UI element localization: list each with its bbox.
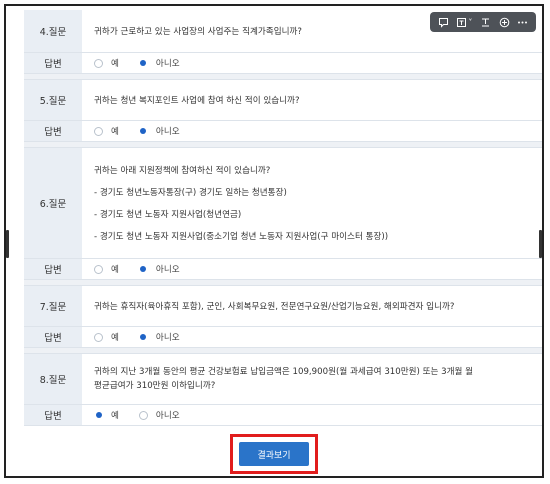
radio-icon[interactable] (94, 332, 103, 342)
result-button[interactable]: 결과보기 (239, 442, 309, 466)
floating-toolbar: ˅ (430, 12, 536, 32)
text-box-icon[interactable]: ˅ (456, 17, 472, 28)
answer-row-7: 답변 예 아니오 (24, 327, 542, 348)
survey-table: 4.질문 귀하가 근로하고 있는 사업장의 사업주는 직계가족입니까? 답변 예… (24, 10, 542, 426)
question-row-5: 5.질문 귀하는 청년 복지포인트 사업에 참여 하신 적이 있습니까? (24, 80, 542, 121)
left-resize-handle[interactable] (6, 230, 9, 258)
answer-label: 답변 (24, 327, 82, 347)
question-row-7: 7.질문 귀하는 휴직자(육아휴직 포함), 군인, 사회복무요원, 전문연구요… (24, 286, 542, 327)
plus-circle-icon[interactable] (499, 17, 510, 28)
question-label: 5.질문 (24, 80, 82, 120)
policy-item: - 경기도 청년 노동자 지원사업(중소기업 청년 노동자 지원사업(구 마이스… (94, 232, 389, 242)
radio-icon[interactable] (138, 410, 148, 420)
question-label: 6.질문 (24, 148, 82, 258)
question-label: 4.질문 (24, 10, 82, 52)
option-yes[interactable]: 예 (94, 125, 119, 137)
option-yes[interactable]: 예 (94, 57, 119, 69)
content-frame: 4.질문 귀하가 근로하고 있는 사업장의 사업주는 직계가족입니까? 답변 예… (4, 4, 544, 478)
radio-selected-icon[interactable] (138, 264, 148, 274)
question-text: 귀하는 아래 지원정책에 참여하신 적이 있습니까? (94, 166, 271, 176)
radio-selected-icon[interactable] (94, 410, 103, 420)
highlight-box: 결과보기 (230, 434, 318, 474)
radio-selected-icon[interactable] (138, 126, 148, 136)
question-text: 귀하는 휴직자(육아휴직 포함), 군인, 사회복무요원, 전문연구요원/산업기… (94, 302, 455, 312)
option-yes[interactable]: 예 (94, 409, 119, 421)
option-no[interactable]: 아니오 (138, 409, 180, 421)
question-text: 귀하의 지난 3개월 동안의 평균 건강보험료 납입금액은 109,900원(월… (94, 367, 474, 377)
option-no[interactable]: 아니오 (138, 57, 180, 69)
option-no[interactable]: 아니오 (138, 125, 180, 137)
answer-label: 답변 (24, 259, 82, 279)
question-row-8: 8.질문 귀하의 지난 3개월 동안의 평균 건강보험료 납입금액은 109,9… (24, 354, 542, 405)
policy-item: - 경기도 청년노동자통장(구) 경기도 일하는 청년통장) (94, 188, 287, 198)
question-row-6: 6.질문 귀하는 아래 지원정책에 참여하신 적이 있습니까? - 경기도 청년… (24, 148, 542, 259)
chevron-down-icon[interactable]: ˅ (468, 18, 472, 27)
option-no[interactable]: 아니오 (138, 331, 180, 343)
option-no[interactable]: 아니오 (138, 263, 180, 275)
policy-item: - 경기도 청년 노동자 지원사업(청년연금) (94, 210, 242, 220)
answer-row-8: 답변 예 아니오 (24, 405, 542, 426)
answer-label: 답변 (24, 53, 82, 73)
answer-row-5: 답변 예 아니오 (24, 121, 542, 142)
question-label: 7.질문 (24, 286, 82, 326)
answer-label: 답변 (24, 405, 82, 425)
radio-icon[interactable] (94, 58, 103, 68)
question-label: 8.질문 (24, 354, 82, 404)
radio-selected-icon[interactable] (138, 58, 148, 68)
answer-row-6: 답변 예 아니오 (24, 259, 542, 280)
radio-selected-icon[interactable] (138, 332, 148, 342)
answer-label: 답변 (24, 121, 82, 141)
question-text-cont: 평균급여가 310만원 이하입니까? (94, 381, 216, 391)
radio-icon[interactable] (94, 126, 103, 136)
text-icon[interactable] (480, 17, 491, 28)
radio-icon[interactable] (94, 264, 103, 274)
option-yes[interactable]: 예 (94, 263, 119, 275)
comment-icon[interactable] (438, 17, 449, 28)
answer-row-4: 답변 예 아니오 (24, 53, 542, 74)
option-yes[interactable]: 예 (94, 331, 119, 343)
more-icon[interactable] (517, 17, 528, 28)
question-text: 귀하는 청년 복지포인트 사업에 참여 하신 적이 있습니까? (94, 96, 300, 106)
